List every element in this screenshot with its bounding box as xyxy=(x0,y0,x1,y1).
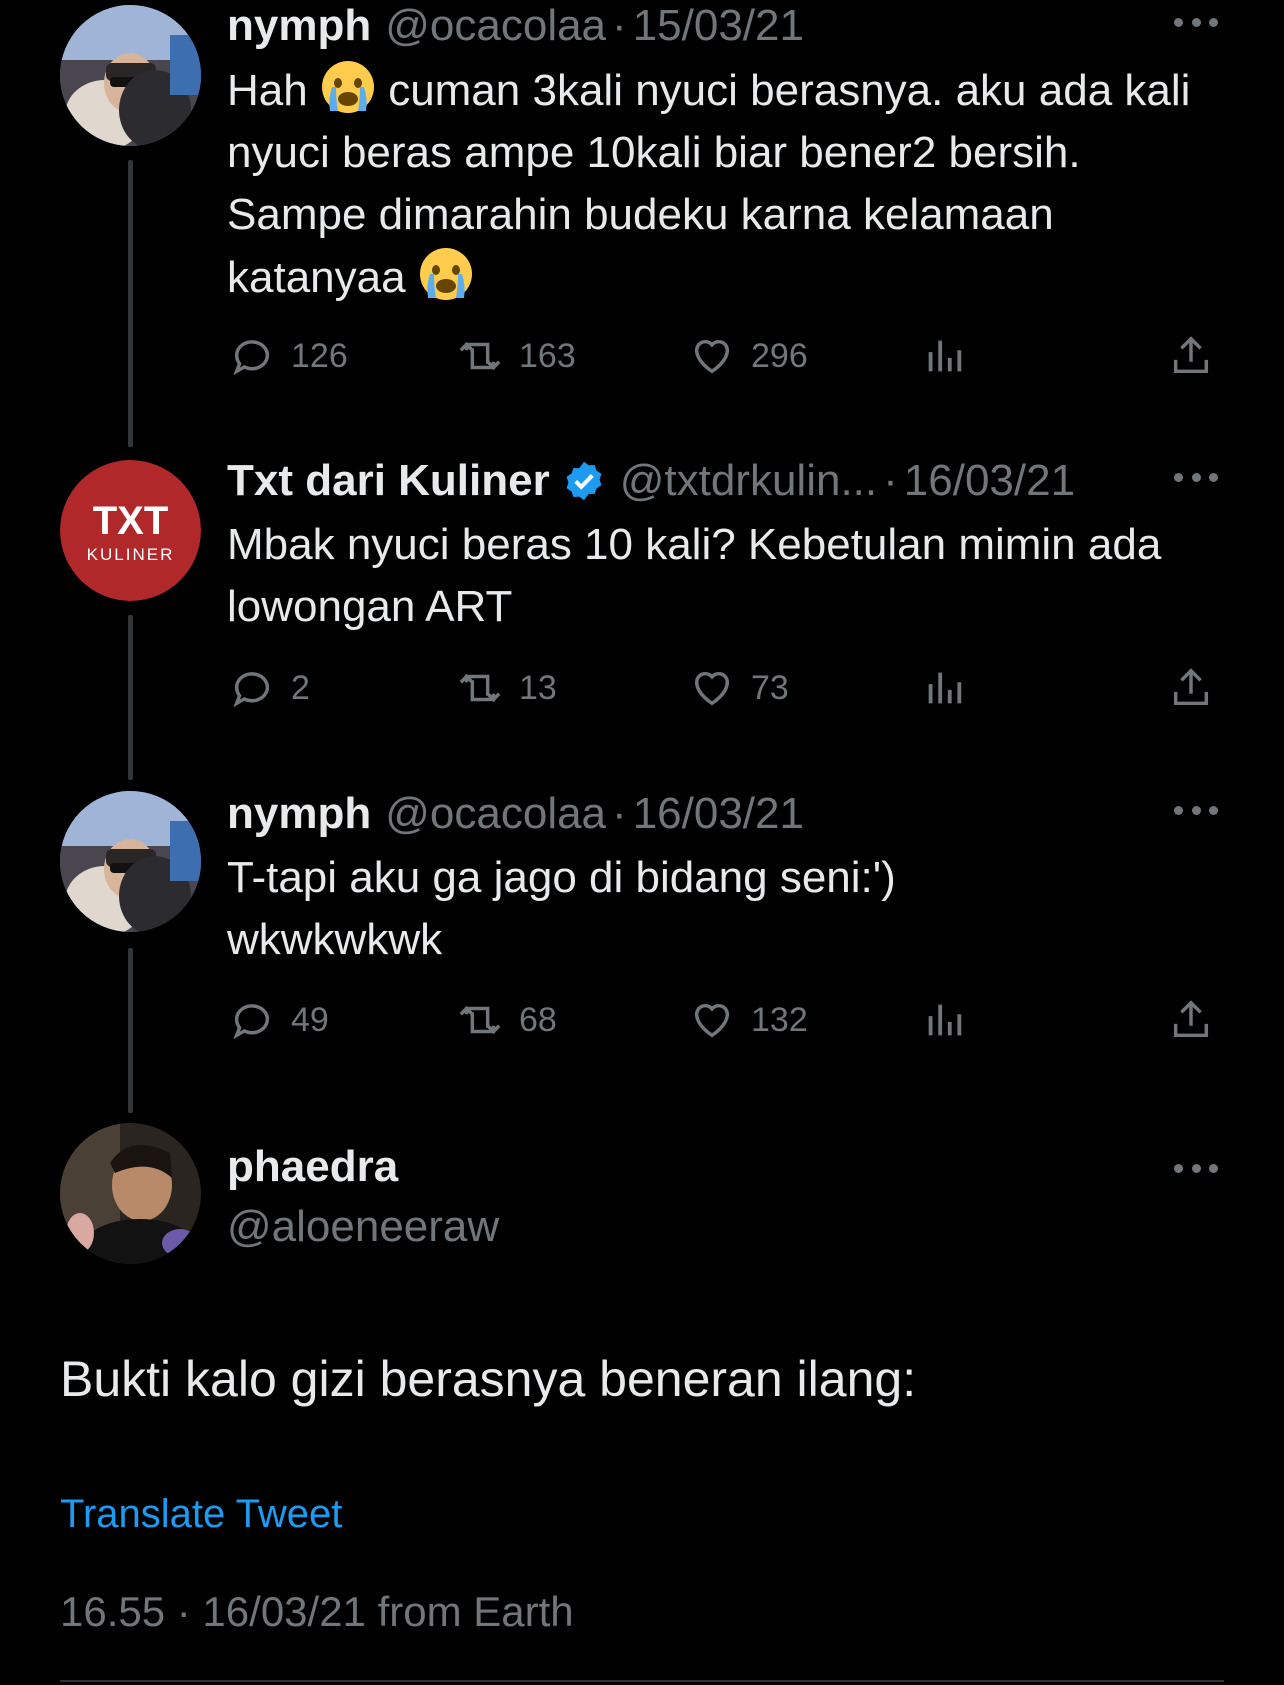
tweet-actions: 49 68 132 xyxy=(227,995,1227,1045)
retweet-icon xyxy=(459,342,501,370)
share-button[interactable] xyxy=(1168,995,1230,1045)
author-name[interactable]: nymph xyxy=(227,0,371,52)
main-tweet-text: Bukti kalo gizi berasnya beneran ilang: xyxy=(60,1351,917,1407)
crying-emoji-icon xyxy=(418,246,474,302)
tweet-actions: 2 13 73 xyxy=(227,663,1227,713)
tweet-text: T-tapi aku ga jago di bidang seni:') wkw… xyxy=(227,853,896,964)
separator-dot: · xyxy=(883,456,898,505)
retweet-icon xyxy=(459,674,501,702)
reply-button[interactable]: 126 xyxy=(229,331,348,381)
avatar-phaedra[interactable] xyxy=(60,1123,201,1264)
more-options-icon[interactable] xyxy=(1174,800,1218,820)
like-button[interactable]: 132 xyxy=(689,995,808,1045)
verified-badge-icon xyxy=(562,459,606,503)
retweet-icon xyxy=(459,1006,501,1034)
avatar-txt-kuliner[interactable]: TXT KULINER xyxy=(60,460,201,601)
crying-emoji-icon xyxy=(320,59,376,115)
reply-tweet-1[interactable]: nymph @ocacolaa · 15/03/21 Hah cuman 3ka… xyxy=(0,0,1284,450)
divider xyxy=(60,1680,1224,1682)
retweet-button[interactable]: 13 xyxy=(457,663,557,713)
retweet-button[interactable]: 68 xyxy=(457,995,557,1045)
tweet-text: Hah cuman 3kali nyuci berasnya. aku ada … xyxy=(227,59,1227,309)
thread-line xyxy=(128,615,133,780)
reply-count: 2 xyxy=(291,668,310,707)
like-count: 132 xyxy=(751,1000,808,1039)
views-button[interactable] xyxy=(921,995,983,1045)
author-name[interactable]: phaedra xyxy=(227,1142,398,1192)
tweet-metadata: 16.55 · 16/03/21 from Earth xyxy=(60,1588,574,1635)
views-icon xyxy=(928,672,962,704)
reply-button[interactable]: 49 xyxy=(229,995,329,1045)
reply-tweet-2[interactable]: TXT KULINER Txt dari Kuliner @txtdrkulin… xyxy=(0,455,1284,787)
reply-icon xyxy=(233,672,270,708)
author-handle[interactable]: @ocacolaa xyxy=(385,788,606,840)
tweet-actions: 126 163 296 xyxy=(227,331,1227,381)
share-icon xyxy=(1173,1000,1209,1038)
tweet-date[interactable]: 16/03/21 xyxy=(904,455,1075,507)
tweet-text: Mbak nyuci beras 10 kali? Kebetulan mimi… xyxy=(227,520,1162,631)
share-icon xyxy=(1173,668,1209,706)
views-button[interactable] xyxy=(921,331,983,381)
views-icon xyxy=(928,1004,962,1036)
avatar-nymph[interactable] xyxy=(60,5,201,146)
avatar-logo-text: TXT xyxy=(93,499,169,543)
author-handle[interactable]: @aloeneeraw xyxy=(227,1202,499,1252)
share-icon xyxy=(1173,336,1209,374)
thread-line xyxy=(128,948,133,1113)
share-button[interactable] xyxy=(1168,331,1230,381)
author-name[interactable]: nymph xyxy=(227,788,371,840)
more-options-icon[interactable] xyxy=(1174,1158,1218,1178)
more-options-icon[interactable] xyxy=(1174,12,1218,32)
heart-icon xyxy=(694,671,730,706)
reply-button[interactable]: 2 xyxy=(229,663,310,713)
heart-icon xyxy=(694,339,730,374)
retweet-button[interactable]: 163 xyxy=(457,331,576,381)
like-button[interactable]: 296 xyxy=(689,331,808,381)
separator-dot: · xyxy=(612,1,627,50)
reply-tweet-3[interactable]: nymph @ocacolaa · 16/03/21 T-tapi aku ga… xyxy=(0,788,1284,1118)
heart-icon xyxy=(694,1003,730,1038)
reply-count: 49 xyxy=(291,1000,329,1039)
reply-icon xyxy=(233,1004,270,1040)
views-button[interactable] xyxy=(921,663,983,713)
retweet-count: 68 xyxy=(519,1000,557,1039)
reply-icon xyxy=(233,340,270,376)
tweet-date[interactable]: 15/03/21 xyxy=(633,0,804,52)
tweet-date[interactable]: 16/03/21 xyxy=(633,788,804,840)
retweet-count: 163 xyxy=(519,336,576,375)
share-button[interactable] xyxy=(1168,663,1230,713)
author-handle[interactable]: @ocacolaa xyxy=(385,0,606,52)
views-icon xyxy=(928,340,962,372)
like-count: 296 xyxy=(751,336,808,375)
author-handle[interactable]: @txtdrkulin... xyxy=(620,455,877,507)
reply-count: 126 xyxy=(291,336,348,375)
like-count: 73 xyxy=(751,668,789,707)
author-name[interactable]: Txt dari Kuliner xyxy=(227,455,550,507)
retweet-count: 13 xyxy=(519,668,557,707)
avatar-logo-subtext: KULINER xyxy=(87,545,175,564)
separator-dot: · xyxy=(612,789,627,838)
avatar-nymph[interactable] xyxy=(60,791,201,932)
like-button[interactable]: 73 xyxy=(689,663,789,713)
thread-line xyxy=(128,160,133,447)
more-options-icon[interactable] xyxy=(1174,467,1218,487)
translate-tweet-link[interactable]: Translate Tweet xyxy=(60,1492,342,1537)
